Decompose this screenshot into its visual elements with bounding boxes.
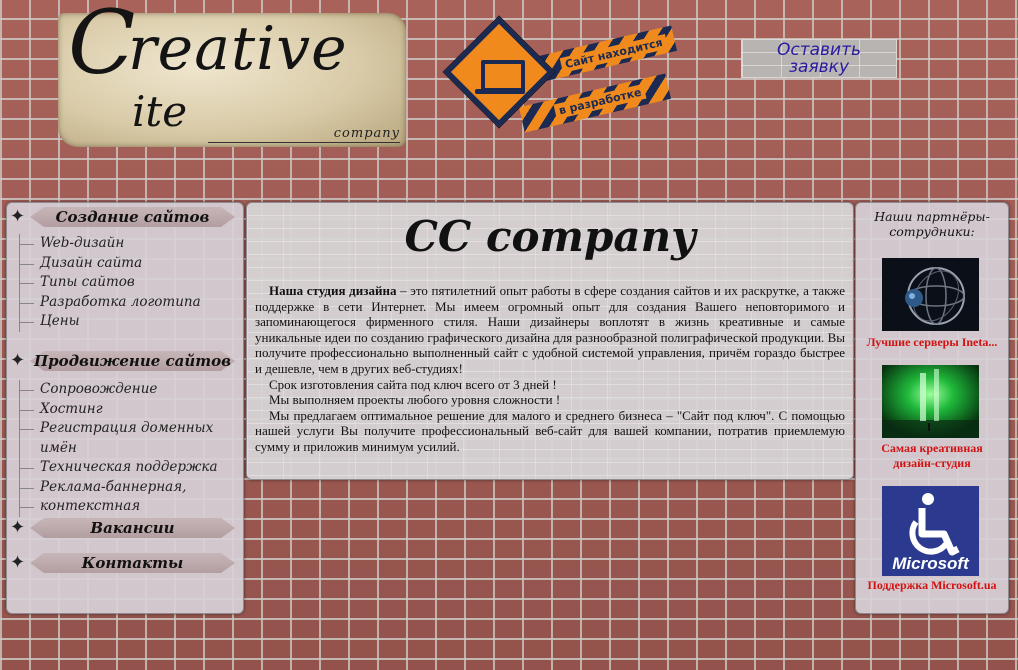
logo-letter-c: C xyxy=(68,0,136,94)
partners-title: Наши партнёры- сотрудники: xyxy=(856,209,1008,239)
site-logo[interactable]: C reative ite company xyxy=(58,0,406,147)
intro-paragraph: Наша студия дизайна – это пятилетний опы… xyxy=(255,283,845,377)
main-text: Наша студия дизайна – это пятилетний опы… xyxy=(255,283,845,455)
section-title: Вакансии xyxy=(90,519,175,537)
logo-word-ite: ite xyxy=(132,87,188,136)
menu-item-site-design[interactable]: Дизайн сайта xyxy=(20,254,201,274)
menu-item-tech-support[interactable]: Техническая поддержка xyxy=(20,458,243,478)
star-icon: ✦ xyxy=(10,517,26,538)
menu-item-site-types[interactable]: Типы сайтов xyxy=(20,273,201,293)
microsoft-logo-text: Microsoft xyxy=(892,554,970,573)
laptop-icon xyxy=(481,60,525,92)
menu-item-context-ads[interactable]: контекстная xyxy=(20,497,243,517)
star-icon: ✦ xyxy=(10,350,26,371)
star-icon: ✦ xyxy=(10,552,26,573)
section-title: Продвижение сайтов xyxy=(33,352,232,370)
under-construction-banner: Сайт находится в разработке xyxy=(443,16,678,136)
menu-item-banner-ads[interactable]: Реклама-баннерная, xyxy=(20,478,243,498)
menu-item-web-design[interactable]: Web-дизайн xyxy=(20,234,201,254)
partner-microsoft-link[interactable]: Поддержка Microsoft.ua xyxy=(856,578,1008,593)
menu-item-logo-development[interactable]: Разработка логотипа xyxy=(20,293,201,313)
menu-item-prices[interactable]: Цены xyxy=(20,312,201,332)
menu-section-vacancies[interactable]: ✦ Вакансии xyxy=(10,518,236,540)
main-content: CC company Наша студия дизайна – это пят… xyxy=(246,202,854,480)
logo-word-reative: reative xyxy=(128,14,348,84)
sidebar-menu: ✦ Создание сайтов Web-дизайн Дизайн сайт… xyxy=(6,202,244,614)
logo-company: company xyxy=(333,126,400,141)
paragraph-2: Срок изготовления сайта под ключ всего о… xyxy=(269,376,557,392)
menu-section-create-sites[interactable]: ✦ Создание сайтов xyxy=(10,207,236,229)
menu-section-promotion[interactable]: ✦ Продвижение сайтов xyxy=(10,351,236,373)
intro-bold: Наша студия дизайна xyxy=(269,283,397,298)
partner-studio-caption-line1: Самая креативная xyxy=(881,441,983,455)
partner-ineta-image[interactable] xyxy=(882,258,979,331)
section-title: Контакты xyxy=(81,554,184,572)
partner-ineta-caption: Лучшие серверы Ineta... xyxy=(866,335,998,349)
logo-rule xyxy=(208,142,400,143)
request-line2: заявку xyxy=(788,57,850,77)
menu-section-contacts[interactable]: ✦ Контакты xyxy=(10,553,236,575)
paragraph-3: Мы выполняем проекты любого уровня сложн… xyxy=(269,392,561,408)
partner-ineta-link[interactable]: Лучшие серверы Ineta... xyxy=(856,335,1008,350)
partner-studio-link[interactable]: Самая креативная дизайн-студия xyxy=(856,441,1008,471)
star-icon: ✦ xyxy=(10,206,26,227)
menu-item-support[interactable]: Сопровождение xyxy=(20,380,243,400)
section-title: Создание сайтов xyxy=(55,208,210,226)
partner-studio-image[interactable] xyxy=(882,365,979,438)
menu-item-hosting[interactable]: Хостинг xyxy=(20,400,243,420)
partner-studio-caption-line2: дизайн-студия xyxy=(893,456,971,470)
partner-microsoft-caption: Поддержка Microsoft.ua xyxy=(867,578,997,592)
page-title: CC company xyxy=(404,212,696,261)
partners-panel: Наши партнёры- сотрудники: Лучшие сервер… xyxy=(855,202,1009,614)
leave-request-button[interactable]: Оставить заявку xyxy=(741,39,897,78)
partners-title-line1: Наши партнёры- xyxy=(874,209,990,224)
partner-microsoft-image[interactable]: Microsoft xyxy=(882,486,979,576)
partners-title-line2: сотрудники: xyxy=(889,224,975,239)
paragraph-4: Мы предлагаем оптимальное решение для ма… xyxy=(255,407,845,454)
menu-list-create-sites: Web-дизайн Дизайн сайта Типы сайтов Разр… xyxy=(19,234,201,332)
laptop-base-icon xyxy=(475,89,525,94)
menu-list-promotion: Сопровождение Хостинг Регистрация доменн… xyxy=(19,380,243,517)
menu-item-domain-registration[interactable]: Регистрация доменных имён xyxy=(20,419,243,458)
